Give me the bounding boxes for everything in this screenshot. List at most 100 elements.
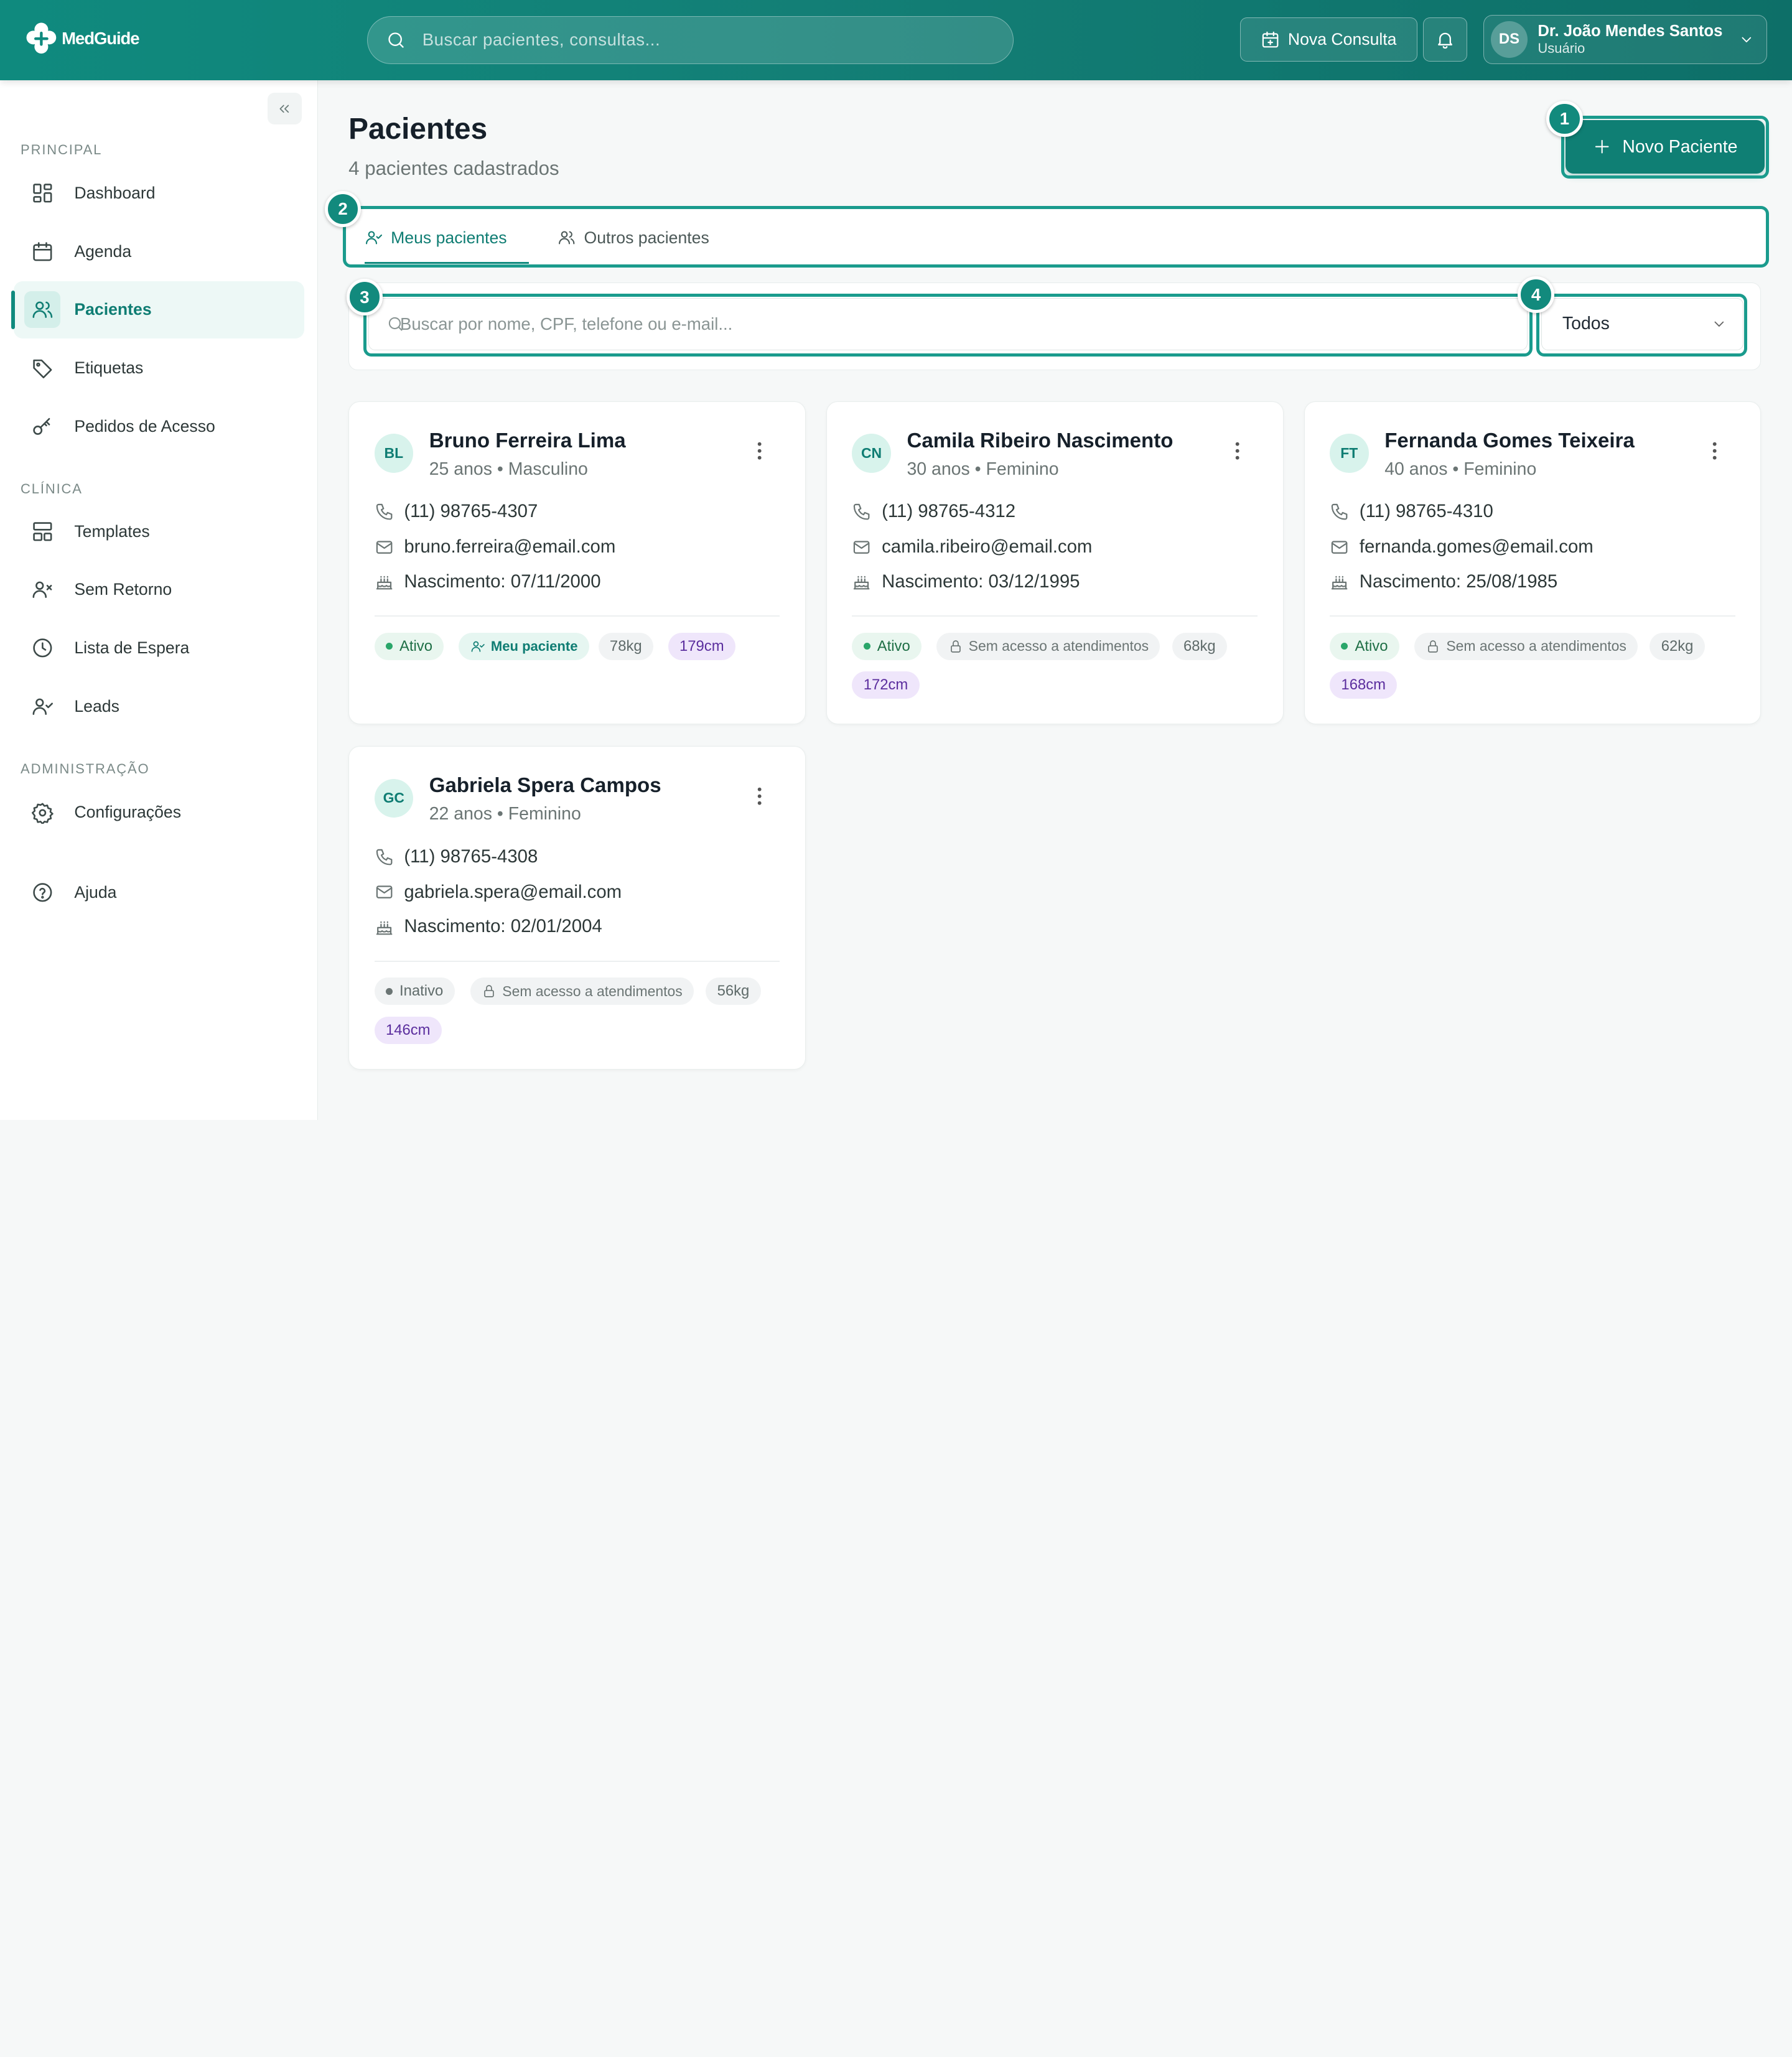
patient-card[interactable]: GC Gabriela Spera Campos 22 anos • Femin… (348, 746, 806, 1070)
more-options-button[interactable] (1222, 436, 1252, 466)
sidebar-item-pedidos-de-acesso[interactable]: Pedidos de Acesso (14, 398, 304, 455)
more-options-button[interactable] (745, 436, 775, 466)
clock-icon (30, 635, 55, 660)
sidebar-item-ajuda[interactable]: Ajuda (14, 864, 304, 921)
weight-badge: 56kg (706, 977, 761, 1005)
status-badge: Ativo (1330, 632, 1399, 660)
my-patient-badge: Meu paciente (459, 632, 589, 660)
patient-name[interactable]: Camila Ribeiro Nascimento (907, 429, 1173, 453)
cake-icon (1331, 576, 1348, 590)
email-row: camila.ribeiro@email.com (852, 536, 1092, 557)
sidebar-item-label: Configurações (74, 803, 182, 822)
global-search[interactable] (366, 16, 1014, 64)
notifications-button[interactable] (1422, 17, 1468, 62)
sidebar-item-leads[interactable]: Leads (14, 678, 304, 735)
app: MedGuide Nova Consulta DS Dr. João Mende… (0, 0, 1792, 1120)
avatar: CN (852, 434, 891, 473)
patient-card[interactable]: CN Camila Ribeiro Nascimento 30 anos • F… (826, 401, 1284, 725)
patient-email: gabriela.spera@email.com (404, 882, 622, 903)
template-icon (30, 519, 55, 544)
kebab-icon (1713, 442, 1717, 460)
tab-label: Meus pacientes (391, 228, 507, 248)
patient-meta: 40 anos • Feminino (1384, 459, 1537, 479)
user-check-icon (30, 694, 55, 719)
more-options-button[interactable] (745, 781, 775, 811)
avatar: DS (1491, 21, 1528, 58)
user-menu[interactable]: DS Dr. João Mendes Santos Usuário (1483, 14, 1767, 64)
sidebar-item-pacientes[interactable]: Pacientes (11, 281, 304, 338)
global-search-input[interactable] (422, 30, 971, 50)
sidebar-item-label: Dashboard (74, 183, 156, 202)
patient-phone: (11) 98765-4308 (404, 846, 538, 867)
phone-row: (11) 98765-4312 (852, 501, 1015, 522)
phone-icon (1331, 503, 1348, 520)
email-row: fernanda.gomes@email.com (1330, 536, 1594, 557)
calendar-icon (30, 239, 55, 264)
patient-name[interactable]: Bruno Ferreira Lima (429, 429, 626, 453)
height-badge: 168cm (1330, 671, 1398, 699)
sidebar-item-label: Ajuda (74, 882, 117, 902)
email-row: bruno.ferreira@email.com (375, 536, 615, 557)
user-info: Dr. João Mendes Santos Usuário (1538, 23, 1722, 55)
kebab-icon (757, 787, 762, 805)
sidebar-item-sem-retorno[interactable]: Sem Retorno (14, 561, 304, 618)
bell-icon (1437, 32, 1452, 49)
patient-card[interactable]: FT Fernanda Gomes Teixeira 40 anos • Fem… (1304, 401, 1762, 725)
patient-name[interactable]: Fernanda Gomes Teixeira (1384, 429, 1635, 453)
height-badge: 179cm (668, 632, 735, 660)
lock-icon (484, 985, 494, 998)
mail-icon (1331, 541, 1348, 554)
cake-icon (376, 921, 393, 935)
chevrons-left-icon (279, 105, 289, 113)
lock-icon (950, 640, 961, 653)
sidebar-item-lista-de-espera[interactable]: Lista de Espera (14, 619, 304, 676)
user-x-icon (30, 577, 55, 602)
phone-icon (376, 503, 393, 520)
no-access-badge: Sem acesso a atendimentos (936, 632, 1160, 660)
sidebar-item-dashboard[interactable]: Dashboard (14, 164, 304, 222)
brand-logo[interactable]: MedGuide (23, 19, 140, 58)
divider (852, 615, 1258, 617)
callout-badge-1: 1 (1546, 100, 1583, 138)
status-filter-select[interactable]: Todos (1541, 297, 1743, 351)
avatar: GC (374, 778, 414, 818)
phone-icon (854, 503, 870, 520)
new-consultation-button[interactable]: Nova Consulta (1239, 17, 1417, 62)
patient-phone: (11) 98765-4310 (1359, 501, 1493, 522)
users-icon (559, 231, 575, 245)
collapse-sidebar-button[interactable] (267, 92, 302, 125)
medguide-logo-icon (26, 22, 56, 54)
status-dot (385, 643, 393, 650)
new-patient-label: Novo Paciente (1622, 136, 1738, 157)
page-subtitle: 4 pacientes cadastrados (348, 157, 559, 180)
new-patient-button[interactable]: Novo Paciente (1566, 119, 1765, 174)
tab-outros-pacientes[interactable]: Outros pacientes (558, 222, 709, 264)
status-badge: Ativo (374, 632, 444, 660)
access-label: Sem acesso a atendimentos (502, 982, 683, 999)
more-options-button[interactable] (1700, 436, 1730, 466)
sidebar-item-agenda[interactable]: Agenda (14, 223, 304, 280)
sidebar-item-configuracoes[interactable]: Configurações (14, 784, 304, 841)
key-icon (30, 414, 55, 439)
mail-icon (376, 541, 393, 554)
sidebar-item-label: Lista de Espera (74, 638, 190, 657)
no-access-badge: Sem acesso a atendimentos (470, 977, 694, 1005)
email-row: gabriela.spera@email.com (375, 882, 622, 903)
patient-name[interactable]: Gabriela Spera Campos (429, 774, 661, 798)
top-bar: MedGuide Nova Consulta DS Dr. João Mende… (0, 0, 1792, 80)
weight-badge: 68kg (1172, 632, 1228, 660)
sidebar-item-templates[interactable]: Templates (14, 503, 304, 560)
patient-search-input[interactable] (399, 314, 1429, 334)
patient-meta: 30 anos • Feminino (907, 459, 1059, 479)
patient-search[interactable] (368, 297, 1528, 351)
phone-row: (11) 98765-4308 (375, 846, 538, 867)
sidebar: PRINCIPAL Dashboard Agenda Pacientes Eti… (0, 80, 318, 1120)
status-filter-value: Todos (1562, 314, 1610, 334)
sidebar-item-etiquetas[interactable]: Etiquetas (14, 339, 304, 396)
calendar-plus-icon (1262, 31, 1279, 48)
phone-row: (11) 98765-4307 (375, 501, 538, 522)
patient-card[interactable]: BL Bruno Ferreira Lima 25 anos • Masculi… (348, 401, 806, 725)
kebab-icon (1235, 442, 1239, 460)
help-icon (30, 880, 55, 905)
tab-meus-pacientes[interactable]: Meus pacientes (364, 222, 530, 264)
